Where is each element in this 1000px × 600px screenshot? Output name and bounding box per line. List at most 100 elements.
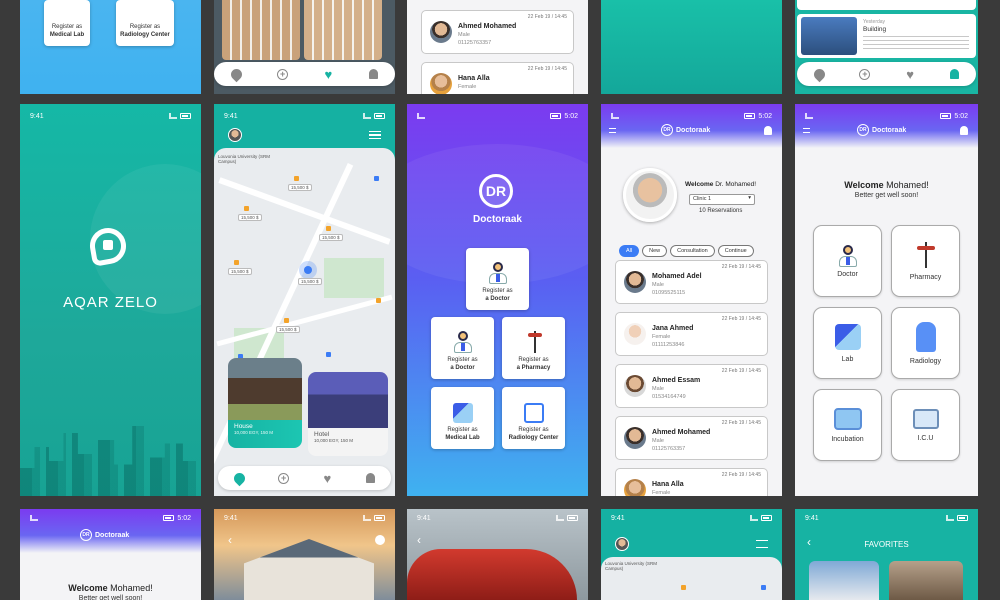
menu-icon[interactable] bbox=[609, 128, 616, 133]
favorite-heart-icon[interactable]: ♥ bbox=[905, 68, 916, 81]
reservations-screen: 5:02 DR Doctoraak Welcome Dr. Mohamed! C… bbox=[601, 104, 782, 496]
listing-price: 10,000 EGY bbox=[234, 430, 258, 435]
patient-card[interactable]: 22 Feb 19 / 14:45 Ahmed Mohamed Male 011… bbox=[615, 416, 768, 460]
back-arrow-icon[interactable]: ‹ bbox=[417, 533, 421, 547]
price-label[interactable]: 15,500 $ bbox=[319, 234, 343, 241]
listing-card[interactable]: House 10,000 EGY, 150 M bbox=[228, 358, 302, 448]
register-medical-lab-tile[interactable]: Register as Medical Lab bbox=[44, 0, 90, 46]
patient-name: Jana Ahmed bbox=[652, 325, 694, 332]
price-pin-icon[interactable] bbox=[374, 176, 379, 181]
register-doctor-tile[interactable]: Register as a Doctor bbox=[466, 248, 529, 310]
share-icon[interactable] bbox=[375, 535, 385, 545]
filter-new[interactable]: New bbox=[642, 245, 668, 257]
user-avatar[interactable] bbox=[228, 128, 242, 142]
register-prefix: Register as bbox=[447, 427, 478, 434]
current-location-icon[interactable] bbox=[304, 266, 312, 274]
user-name: Mohamed! bbox=[110, 583, 153, 593]
user-avatar[interactable] bbox=[615, 537, 629, 551]
status-time: 5:02 bbox=[564, 112, 578, 120]
menu-icon[interactable] bbox=[756, 540, 768, 548]
service-lab[interactable]: Lab bbox=[813, 307, 882, 379]
price-label[interactable]: 15,500 $ bbox=[238, 214, 262, 221]
listing-card[interactable]: Hotel 10,000 EGY, 150 M bbox=[308, 372, 388, 456]
battery-icon bbox=[761, 515, 772, 521]
patient-card[interactable]: 22 Feb 19 / 14:45 Mohamed Adel Male 0109… bbox=[615, 260, 768, 304]
patient-name: Ahmed Mohamed bbox=[458, 23, 517, 30]
status-time: 9:41 bbox=[611, 514, 625, 522]
menu-icon[interactable] bbox=[369, 131, 381, 139]
favorite-card[interactable] bbox=[809, 561, 879, 600]
service-pharmacy[interactable]: Pharmacy bbox=[891, 225, 960, 297]
price-label[interactable]: 15,500 $ bbox=[276, 326, 300, 333]
price-pin-icon[interactable] bbox=[284, 318, 289, 323]
news-body bbox=[863, 36, 969, 50]
service-icu[interactable]: I.C.U bbox=[891, 389, 960, 461]
price-pin-icon[interactable] bbox=[326, 226, 331, 231]
filter-continue[interactable]: Continue bbox=[717, 245, 754, 257]
add-icon[interactable]: + bbox=[859, 68, 871, 80]
header-brand: DR Doctoraak bbox=[857, 124, 906, 136]
filter-all[interactable]: All bbox=[619, 245, 640, 257]
register-pharmacy-tile[interactable]: Register as a Pharmacy bbox=[502, 317, 565, 379]
price-label[interactable]: 15,500 $ bbox=[298, 278, 322, 285]
price-pin-icon[interactable] bbox=[234, 260, 239, 265]
patient-gender: Female bbox=[652, 490, 671, 496]
patient-phone: 01095525115 bbox=[652, 290, 686, 296]
service-label: Lab bbox=[841, 355, 854, 363]
service-radiology[interactable]: Radiology bbox=[891, 307, 960, 379]
news-card[interactable]: Yesterday Building bbox=[797, 14, 976, 58]
register-medical-lab-tile[interactable]: Register as Medical Lab bbox=[431, 387, 494, 449]
menu-icon[interactable] bbox=[803, 128, 810, 133]
building-image bbox=[304, 0, 382, 60]
favorite-heart-icon[interactable]: ♥ bbox=[323, 68, 334, 81]
location-pin-icon[interactable] bbox=[811, 66, 828, 82]
patient-card[interactable]: 22 Feb 19 / 14:45 Ahmed Mohamed Male 011… bbox=[421, 10, 574, 54]
location-pin-icon[interactable] bbox=[232, 470, 248, 486]
notification-bell-icon[interactable] bbox=[960, 126, 968, 135]
register-doctor-tile[interactable]: Register as a Doctor bbox=[431, 317, 494, 379]
notification-bell-icon[interactable] bbox=[764, 126, 772, 135]
service-incubation[interactable]: Incubation bbox=[813, 389, 882, 461]
register-prefix: Register as bbox=[51, 24, 83, 31]
back-arrow-icon[interactable]: ‹ bbox=[228, 533, 232, 547]
service-doctor[interactable]: Doctor bbox=[813, 225, 882, 297]
patient-card[interactable]: 22 Feb 19 / 14:45 Hana Alla Female bbox=[421, 62, 574, 94]
price-pin-icon[interactable] bbox=[326, 352, 331, 357]
news-card[interactable] bbox=[797, 0, 976, 10]
filter-consultation[interactable]: Consultation bbox=[670, 245, 715, 257]
clinic-select[interactable]: Clinic 1 ▾ bbox=[689, 194, 755, 205]
status-bar: 5:02 bbox=[611, 110, 772, 122]
bell-icon[interactable] bbox=[949, 69, 959, 79]
price-pin-icon[interactable] bbox=[681, 585, 686, 590]
price-label[interactable]: 15,500 $ bbox=[228, 268, 252, 275]
add-icon[interactable]: + bbox=[278, 472, 290, 484]
favorite-card[interactable] bbox=[889, 561, 963, 600]
patient-name: Ahmed Mohamed bbox=[652, 429, 711, 436]
patient-card[interactable]: 22 Feb 19 / 14:45 Jana Ahmed Female 0111… bbox=[615, 312, 768, 356]
patient-card[interactable]: 22 Feb 19 / 14:45 Ahmed Essam Male 01534… bbox=[615, 364, 768, 408]
patient-name: Ahmed Essam bbox=[652, 377, 701, 384]
map-view[interactable]: Louvonia University (SRM Campus) bbox=[601, 557, 782, 600]
service-label: Pharmacy bbox=[909, 273, 942, 281]
battery-icon bbox=[163, 515, 175, 521]
favorite-heart-icon[interactable]: ♥ bbox=[322, 472, 333, 485]
location-pin-icon[interactable] bbox=[229, 66, 245, 82]
patient-card[interactable]: 22 Feb 19 / 14:45 Hana Alla Female bbox=[615, 468, 768, 496]
price-pin-icon[interactable] bbox=[761, 585, 766, 590]
bell-icon[interactable] bbox=[368, 69, 378, 79]
welcome-label: Welcome bbox=[844, 180, 884, 190]
price-label[interactable]: 15,500 $ bbox=[288, 184, 312, 191]
listing-area: 150 M bbox=[260, 430, 273, 435]
battery-icon bbox=[940, 113, 952, 119]
register-radiology-tile[interactable]: Register as Radiology Center bbox=[116, 0, 174, 46]
register-radiology-tile[interactable]: Register as Radiology Center bbox=[502, 387, 565, 449]
price-pin-icon[interactable] bbox=[244, 206, 249, 211]
doctor-register-screen-crop: Register as Medical Lab Register as Radi… bbox=[20, 0, 201, 94]
add-icon[interactable]: + bbox=[277, 68, 289, 80]
register-prefix: Register as bbox=[518, 427, 549, 434]
bell-icon[interactable] bbox=[365, 473, 375, 483]
price-pin-icon[interactable] bbox=[294, 176, 299, 181]
price-pin-icon[interactable] bbox=[376, 298, 381, 303]
register-role: a Doctor bbox=[485, 296, 510, 303]
register-role: Medical Lab bbox=[445, 435, 480, 442]
